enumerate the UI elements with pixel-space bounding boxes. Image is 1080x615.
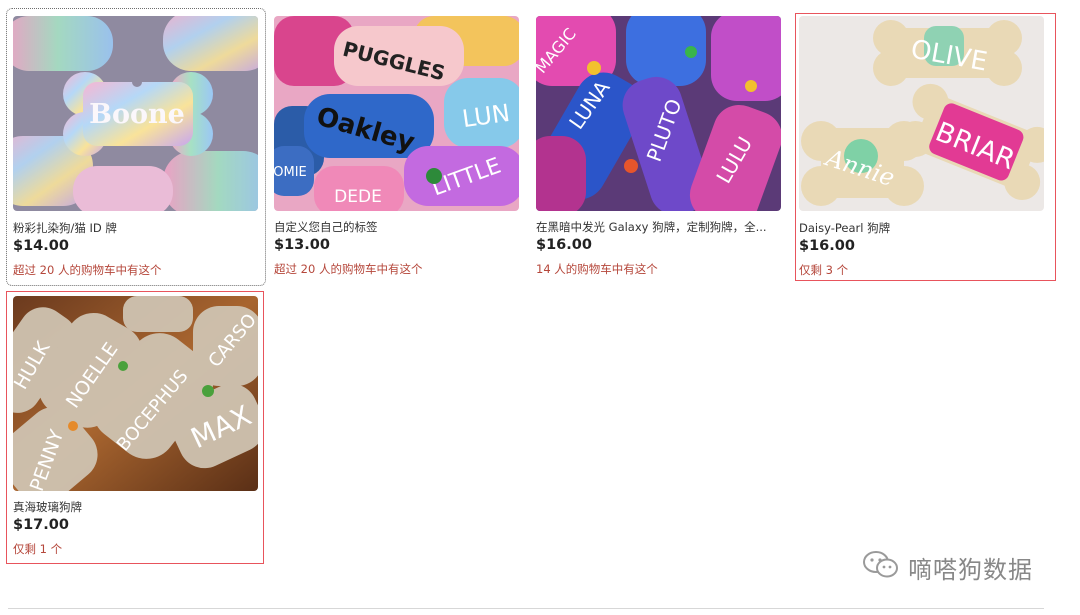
listing-price: $14.00: [13, 238, 69, 254]
listing-title[interactable]: 真海玻璃狗牌: [13, 499, 258, 515]
wechat-icon: [862, 550, 900, 584]
custom-glitter-tags-photo: PUGGLES Oakley LUN LITTLE DEDE OMIE: [274, 16, 519, 211]
svg-text:OMIE: OMIE: [274, 165, 307, 180]
listing-price: $16.00: [536, 237, 592, 253]
stock-left-note: 仅剩 3 个: [799, 263, 849, 277]
listing-price: $13.00: [274, 237, 330, 253]
listing-image[interactable]: OLIVE BRIAR Annie: [799, 16, 1044, 211]
divider: [8, 608, 1044, 609]
listing-price: $16.00: [799, 238, 855, 254]
pastel-tie-dye-tag-photo: Boone: [13, 16, 258, 211]
svg-text:DEDE: DEDE: [334, 187, 382, 207]
listing-title[interactable]: Daisy-Pearl 狗牌: [799, 220, 1044, 236]
cart-count-note: 超过 20 人的购物车中有这个: [274, 262, 423, 276]
listing-card[interactable]: HULK NOELLE BOCEPHUS CARSO MAX PENNY 真海玻…: [6, 291, 264, 564]
svg-text:Boone: Boone: [89, 99, 185, 130]
watermark: 嘀嗒狗数据: [862, 550, 1033, 584]
sea-glass-tags-photo: HULK NOELLE BOCEPHUS CARSO MAX PENNY: [13, 296, 258, 491]
listing-title[interactable]: 在黑暗中发光 Galaxy 狗牌，定制狗牌，全...: [536, 219, 781, 235]
listing-image[interactable]: LUNA PLUTO LULU MAGIC: [536, 16, 781, 211]
daisy-pearl-tags-photo: OLIVE BRIAR Annie: [799, 16, 1044, 211]
listing-image[interactable]: Boone: [13, 16, 258, 211]
listing-image[interactable]: PUGGLES Oakley LUN LITTLE DEDE OMIE: [274, 16, 519, 211]
listing-image[interactable]: HULK NOELLE BOCEPHUS CARSO MAX PENNY: [13, 296, 258, 491]
listing-card[interactable]: PUGGLES Oakley LUN LITTLE DEDE OMIE 自定义您…: [268, 8, 528, 286]
listing-card[interactable]: OLIVE BRIAR Annie Daisy-Pearl 狗牌 $16.00 …: [795, 13, 1056, 281]
cart-count-note: 14 人的购物车中有这个: [536, 262, 658, 276]
listing-card[interactable]: LUNA PLUTO LULU MAGIC 在黑暗中发光 Galaxy 狗牌，定…: [530, 8, 790, 286]
listing-card[interactable]: Boone 粉彩扎染狗/猫 ID 牌 $14.00 超过 20 人的购物车中有这…: [6, 8, 266, 286]
galaxy-glow-tags-photo: LUNA PLUTO LULU MAGIC: [536, 16, 781, 211]
cart-count-note: 超过 20 人的购物车中有这个: [13, 263, 162, 277]
listing-price: $17.00: [13, 517, 69, 533]
stock-left-note: 仅剩 1 个: [13, 542, 63, 556]
listing-title[interactable]: 粉彩扎染狗/猫 ID 牌: [13, 220, 258, 236]
watermark-text: 嘀嗒狗数据: [908, 555, 1033, 584]
listing-title[interactable]: 自定义您自己的标签: [274, 219, 519, 235]
